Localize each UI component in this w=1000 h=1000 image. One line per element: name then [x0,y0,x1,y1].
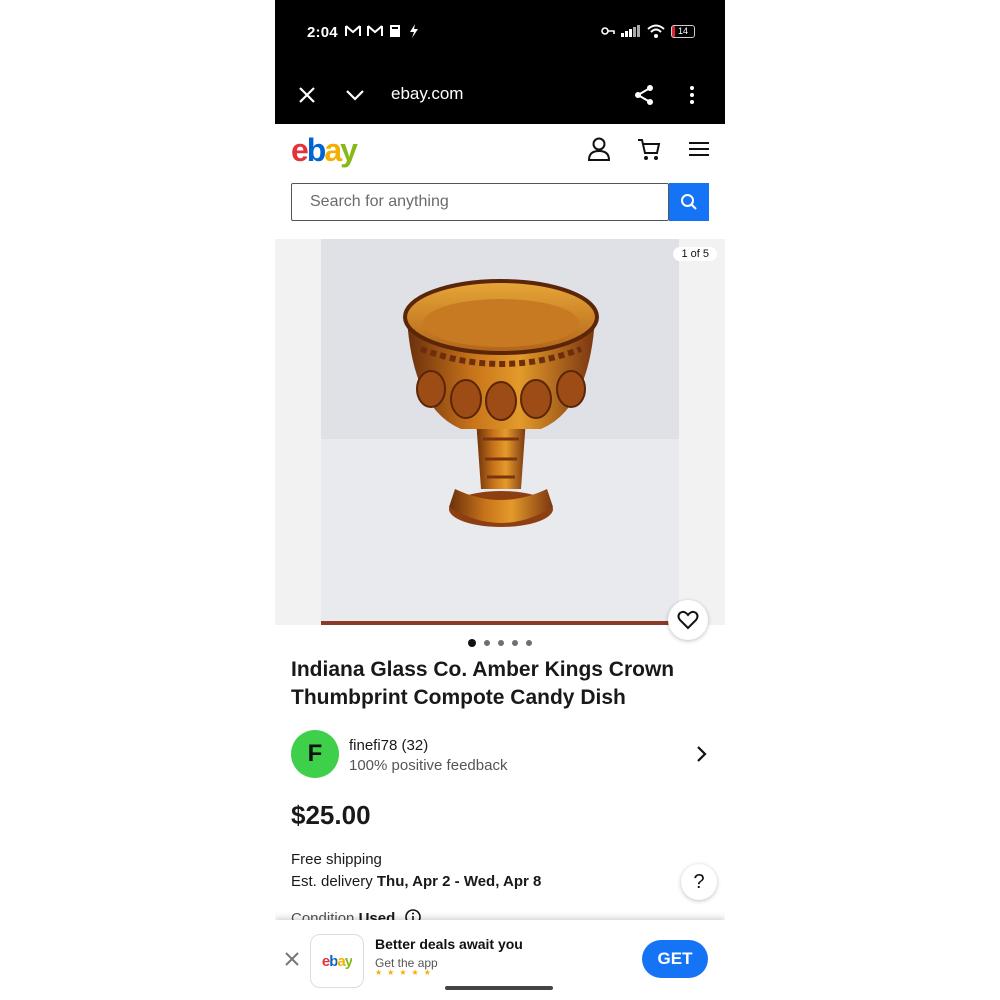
listing-price: $25.00 [291,800,371,830]
menu-icon[interactable] [686,136,712,162]
heart-icon [677,610,699,630]
battery-indicator: 14 [671,24,695,38]
watchlist-button[interactable] [668,600,708,640]
status-bar: 2:04 14 [275,0,725,66]
seller-name[interactable]: finefi78 (32) [349,737,428,754]
search-box [291,183,672,221]
search-input[interactable] [308,184,672,220]
bolt-icon [410,24,418,38]
ebay-logo[interactable]: ebay [291,132,358,169]
amber-compote-image [321,239,679,625]
phone-screen: 2:04 14 ebay.com ebay Search for anythin… [275,0,725,1000]
account-icon[interactable] [586,136,612,162]
more-vertical-icon[interactable] [680,83,704,107]
gmail-icon [367,25,383,36]
seller-avatar[interactable]: F [291,730,339,778]
shipping-info: Free shipping [291,851,382,868]
url-text[interactable]: ebay.com [391,84,463,104]
pagination-dot[interactable] [468,639,476,647]
close-icon[interactable] [283,950,301,968]
chevron-right-icon[interactable] [691,744,711,764]
gmail-icon [345,25,361,36]
notification-icons [345,24,419,38]
banner-title: Better deals await you [375,936,523,952]
ebay-app-logo: ebay [310,934,364,988]
share-icon[interactable] [632,83,656,107]
search-icon [681,194,697,210]
product-gallery[interactable]: 1 of 5 [275,239,725,625]
pagination-dot[interactable] [526,640,532,646]
question-icon: ? [693,870,705,893]
pagination-dot[interactable] [512,640,518,646]
wifi-icon [647,24,665,38]
logo-letter-a: a [324,132,342,168]
image-counter: 1 of 5 [673,247,717,261]
banner-logo-text: ebay [321,952,353,970]
cart-icon[interactable] [636,136,662,162]
product-photo[interactable] [321,239,679,625]
pagination-dot[interactable] [498,640,504,646]
photo-edge [321,621,679,625]
vpn-key-icon [601,27,615,35]
chevron-down-icon[interactable] [343,83,367,107]
help-button[interactable]: ? [681,864,717,900]
logo-letter-e: e [291,132,309,168]
logo-letter-b: b [306,132,326,168]
get-app-button[interactable]: GET [642,940,708,978]
search-button[interactable] [669,183,709,221]
seller-feedback: 100% positive feedback [349,757,508,774]
system-status-icons: 14 [601,24,695,38]
delivery-label: Est. delivery [291,873,373,890]
close-icon[interactable] [295,83,319,107]
news-icon [390,25,400,37]
delivery-dates: Thu, Apr 2 - Wed, Apr 8 [376,873,542,890]
signal-icon [621,25,640,37]
gallery-pagination [468,639,532,647]
logo-letter-y: y [340,132,358,168]
status-time: 2:04 [307,24,338,41]
browser-toolbar: ebay.com [275,66,725,124]
pagination-dot[interactable] [484,640,490,646]
rating-stars: ★★★★★ [375,968,436,977]
delivery-estimate: Est. delivery Thu, Apr 2 - Wed, Apr 8 [291,873,541,890]
listing-title: Indiana Glass Co. Amber Kings Crown Thum… [291,658,675,709]
home-indicator[interactable] [445,986,553,990]
